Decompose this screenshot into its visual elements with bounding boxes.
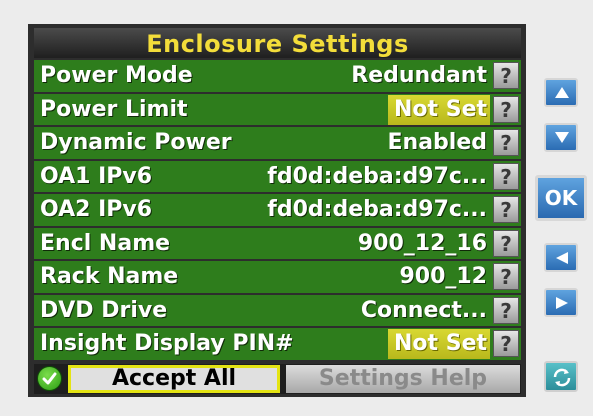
setting-value[interactable]: 900_12 bbox=[393, 262, 490, 292]
help-button[interactable]: ? bbox=[493, 330, 519, 357]
help-button[interactable]: ? bbox=[493, 263, 519, 290]
accept-all-button[interactable]: Accept All bbox=[68, 365, 280, 393]
help-button[interactable]: ? bbox=[493, 95, 519, 123]
setting-label: Dynamic Power bbox=[40, 130, 232, 155]
setting-label: Power Limit bbox=[40, 96, 188, 122]
settings-help-button[interactable]: Settings Help bbox=[286, 365, 520, 393]
right-arrow-icon bbox=[556, 297, 568, 309]
setting-row-dynamic-power[interactable]: Dynamic Power Enabled ? bbox=[34, 127, 521, 159]
settings-list: Power Mode Redundant ? Power Limit Not S… bbox=[34, 60, 521, 362]
help-button[interactable]: ? bbox=[493, 129, 519, 156]
down-arrow-button[interactable] bbox=[544, 123, 578, 152]
setting-label: Power Mode bbox=[40, 63, 193, 88]
setting-label: Rack Name bbox=[40, 264, 179, 289]
left-arrow-icon bbox=[556, 252, 568, 264]
setting-label: Encl Name bbox=[40, 230, 171, 256]
setting-label: OA2 IPv6 bbox=[40, 197, 153, 222]
setting-label: Insight Display PIN# bbox=[40, 331, 294, 356]
up-arrow-button[interactable] bbox=[544, 78, 578, 107]
setting-row-dvd-drive[interactable]: DVD Drive Connect... ? bbox=[34, 294, 521, 326]
down-arrow-icon bbox=[555, 132, 569, 143]
check-icon bbox=[37, 366, 62, 391]
setting-row-rack-name[interactable]: Rack Name 900_12 ? bbox=[34, 261, 521, 293]
refresh-button[interactable] bbox=[544, 361, 578, 392]
setting-value[interactable]: Connect... bbox=[355, 296, 490, 326]
setting-row-power-limit[interactable]: Power Limit Not Set ? bbox=[34, 93, 521, 125]
help-button[interactable]: ? bbox=[493, 229, 519, 257]
setting-value[interactable]: Redundant bbox=[345, 61, 490, 91]
left-arrow-button[interactable] bbox=[544, 243, 578, 272]
up-arrow-icon bbox=[555, 87, 569, 98]
panel-title: Enclosure Settings bbox=[34, 28, 521, 58]
setting-row-oa2-ipv6[interactable]: OA2 IPv6 fd0d:deba:d97c... ? bbox=[34, 194, 521, 226]
ok-button[interactable]: OK bbox=[535, 175, 587, 221]
setting-value[interactable]: Not Set bbox=[388, 329, 490, 359]
help-button[interactable]: ? bbox=[493, 62, 519, 89]
help-button[interactable]: ? bbox=[493, 196, 519, 223]
help-button[interactable]: ? bbox=[493, 162, 519, 190]
setting-value[interactable]: Enabled bbox=[382, 128, 491, 158]
right-arrow-button[interactable] bbox=[544, 288, 578, 317]
setting-label: DVD Drive bbox=[40, 297, 168, 323]
setting-value[interactable]: fd0d:deba:d97c... bbox=[261, 195, 490, 225]
help-button[interactable]: ? bbox=[493, 296, 519, 324]
setting-value[interactable]: Not Set bbox=[388, 94, 490, 125]
setting-row-insight-display-pin[interactable]: Insight Display PIN# Not Set ? bbox=[34, 328, 521, 360]
setting-row-oa1-ipv6[interactable]: OA1 IPv6 fd0d:deba:d97c... ? bbox=[34, 160, 521, 192]
setting-label: OA1 IPv6 bbox=[40, 163, 153, 189]
setting-row-power-mode[interactable]: Power Mode Redundant ? bbox=[34, 60, 521, 92]
setting-value[interactable]: 900_12_16 bbox=[352, 229, 490, 259]
refresh-icon bbox=[553, 368, 571, 387]
setting-row-encl-name[interactable]: Encl Name 900_12_16 ? bbox=[34, 227, 521, 259]
setting-value[interactable]: fd0d:deba:d97c... bbox=[261, 162, 490, 192]
